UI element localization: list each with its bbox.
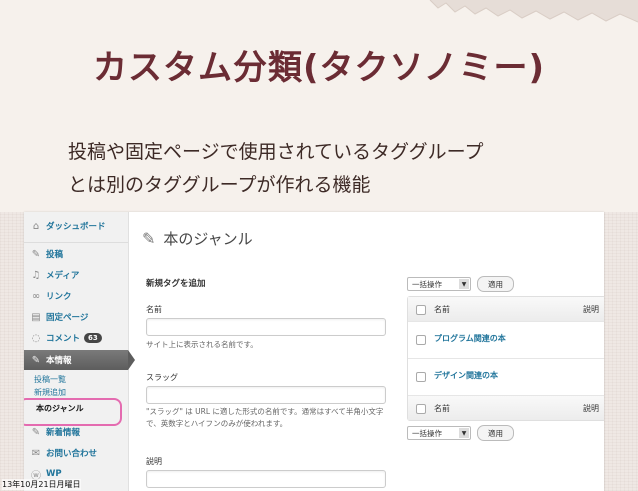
pin-icon: ✎ — [31, 426, 41, 438]
name-label: 名前 — [146, 305, 162, 314]
bulk-action-select-value: 一括操作 — [412, 428, 442, 438]
sidebar-item-label: コメント — [46, 334, 81, 344]
divider — [24, 242, 128, 243]
table-header: 名前 説明 — [408, 297, 604, 322]
sidebar-item-label: お問い合わせ — [46, 449, 98, 459]
description-input[interactable] — [146, 470, 386, 488]
column-footer-name[interactable]: 名前 — [434, 403, 450, 414]
page-icon: ▤ — [31, 311, 41, 323]
sidebar-item-label: 新着情報 — [46, 428, 81, 438]
bulk-actions-top: 一括操作 ▼ 適用 — [407, 276, 514, 292]
sidebar-item-label: メディア — [46, 271, 80, 281]
term-link[interactable]: プログラム関連の本 — [434, 333, 506, 344]
bulk-action-select[interactable]: 一括操作 ▼ — [407, 277, 471, 291]
chevron-down-icon: ▼ — [459, 428, 469, 438]
column-header-description[interactable]: 説明 — [583, 304, 599, 315]
slug-label: スラッグ — [146, 373, 178, 382]
sidebar-item-label: 本情報 — [46, 356, 72, 366]
slide-subtitle: 投稿や固定ページで使用されているタググループ とは別のタググループが作れる機能 — [68, 136, 588, 202]
apply-button[interactable]: 適用 — [477, 425, 514, 441]
main-content: ✎ 本のジャンル 新規タグを追加 名前 サイト上に表示される名前です。 スラッグ… — [142, 212, 604, 491]
column-footer-description[interactable]: 説明 — [583, 403, 599, 414]
mail-icon: ✉ — [31, 447, 41, 459]
description-label: 説明 — [146, 457, 162, 466]
bulk-action-select-value: 一括操作 — [412, 279, 442, 289]
apply-button[interactable]: 適用 — [477, 276, 514, 292]
sidebar-item-label: 固定ページ — [46, 313, 89, 323]
dashboard-icon: ⌂ — [32, 220, 40, 232]
table-row: プログラム関連の本 — [408, 322, 604, 359]
submenu-add-new[interactable]: 新規追加 — [34, 387, 66, 398]
table-row: デザイン関連の本 — [408, 359, 604, 396]
term-link[interactable]: デザイン関連の本 — [434, 370, 498, 381]
table-footer: 名前 説明 — [408, 396, 604, 420]
row-checkbox[interactable] — [416, 335, 426, 345]
pin-icon: ✎ — [142, 229, 156, 248]
slug-help: "スラッグ" は URL に適した形式の名前です。通常はすべて半角小文字で、英数… — [146, 407, 384, 428]
add-tag-form-title: 新規タグを追加 — [146, 279, 206, 289]
sidebar-item-links[interactable]: ∞ リンク — [24, 286, 128, 306]
column-header-name[interactable]: 名前 — [434, 304, 450, 315]
slide-date: 13年10月21日月曜日 — [2, 479, 81, 490]
sidebar-item-posts[interactable]: ✎ 投稿 — [24, 244, 128, 264]
tag-table: 名前 説明 プログラム関連の本 デザイン関連の本 名前 説明 — [407, 296, 604, 421]
media-icon: ♫ — [31, 269, 41, 281]
name-help: サイト上に表示される名前です。 — [146, 340, 258, 349]
select-all-checkbox[interactable] — [416, 404, 426, 414]
sidebar-item-label: WP — [46, 469, 62, 479]
sidebar-item-label: ダッシュボード — [46, 222, 106, 232]
subtitle-line-1: 投稿や固定ページで使用されているタググループ — [68, 141, 484, 163]
row-checkbox[interactable] — [416, 372, 426, 382]
sidebar-item-media[interactable]: ♫ メディア — [24, 265, 128, 285]
pin-icon: ✎ — [31, 354, 41, 366]
admin-sidebar: ⌂ ダッシュボード ✎ 投稿 ♫ メディア ∞ リンク ▤ 固定ページ ◌ コメ… — [24, 212, 135, 491]
sidebar-item-label: 投稿 — [46, 250, 64, 260]
chevron-down-icon: ▼ — [459, 279, 469, 289]
comment-count-badge: 63 — [84, 333, 102, 343]
bulk-action-select[interactable]: 一括操作 ▼ — [407, 426, 471, 440]
name-input[interactable] — [146, 318, 386, 336]
page-title-text: 本のジャンル — [163, 230, 253, 248]
link-icon: ∞ — [31, 290, 41, 302]
wordpress-screenshot: ⌂ ダッシュボード ✎ 投稿 ♫ メディア ∞ リンク ▤ 固定ページ ◌ コメ… — [24, 212, 604, 491]
pin-icon: ✎ — [31, 248, 41, 260]
sidebar-item-news[interactable]: ✎ 新着情報 — [24, 422, 128, 442]
select-all-checkbox[interactable] — [416, 305, 426, 315]
sidebar-item-comments[interactable]: ◌ コメント 63 — [24, 328, 128, 348]
sidebar-item-pages[interactable]: ▤ 固定ページ — [24, 307, 128, 327]
slug-input[interactable] — [146, 386, 386, 404]
sidebar-item-label: リンク — [46, 292, 72, 302]
sidebar-item-contact[interactable]: ✉ お問い合わせ — [24, 443, 128, 463]
submenu-all-posts[interactable]: 投稿一覧 — [34, 374, 66, 385]
sidebar-item-dashboard[interactable]: ⌂ ダッシュボード — [24, 216, 128, 236]
comment-icon: ◌ — [31, 332, 41, 344]
bulk-actions-bottom: 一括操作 ▼ 適用 — [407, 425, 514, 441]
slide-title: カスタム分類(タクソノミー) — [92, 48, 546, 88]
subtitle-line-2: とは別のタググループが作れる機能 — [68, 174, 371, 196]
page-title: ✎ 本のジャンル — [142, 228, 253, 249]
sidebar-item-book-info[interactable]: ✎ 本情報 — [24, 350, 135, 370]
